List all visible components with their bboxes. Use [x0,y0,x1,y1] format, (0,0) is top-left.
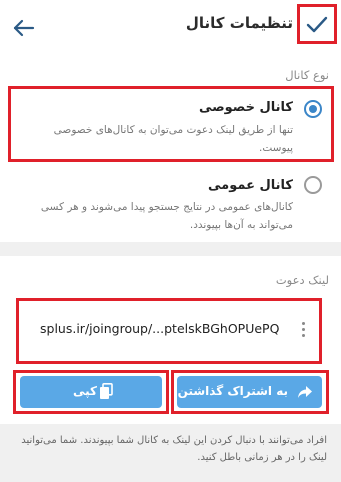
private-channel-title: کانال خصوصی [198,100,293,115]
copy-button-label: کپی [73,384,98,398]
page-title: تنظیمات کانال [185,14,293,32]
private-channel-description: تنها از طریق لینک دعوت می‌توان به کانال‌… [53,124,293,154]
share-button-label: به اشتراک گذاشتن [177,384,288,398]
section-divider [0,242,341,256]
more-vert-icon[interactable] [300,322,306,340]
public-channel-title[interactable]: کانال عمومی [208,178,293,193]
check-icon[interactable] [302,10,332,40]
private-radio[interactable] [304,100,322,118]
invite-footer-note: افراد می‌توانند با دنبال کردن این لینک ب… [21,435,327,463]
copy-icon [99,383,113,403]
share-icon [297,384,313,403]
copy-button[interactable]: کپی [20,376,162,408]
invite-link-text: splus.ir/joingroup/...ptelskBGhOPUePQ [40,321,280,336]
invite-link-label: لینک دعوت [275,273,329,287]
public-channel-description: کانال‌های عمومی در نتایج جستجو پیدا می‌ش… [40,201,293,231]
share-button[interactable]: به اشتراک گذاشتن [177,376,322,408]
back-arrow-icon[interactable] [8,12,40,44]
public-radio[interactable] [304,176,322,194]
channel-type-label: نوع کانال [285,68,329,82]
